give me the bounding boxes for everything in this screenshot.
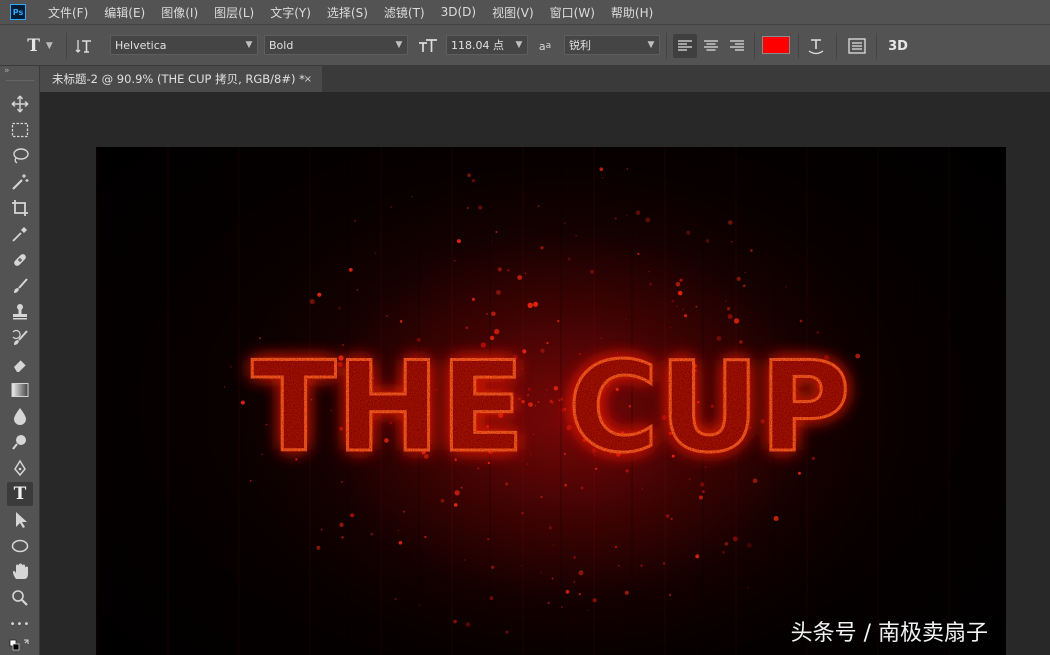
ellipse-tool-icon[interactable]: [7, 534, 33, 558]
brush-tool-icon[interactable]: [7, 274, 33, 298]
menu-file[interactable]: 文件(F): [40, 4, 96, 21]
character-panel-button[interactable]: [844, 34, 870, 58]
pen-tool-icon[interactable]: [7, 456, 33, 480]
divider: [666, 33, 667, 59]
align-center-button[interactable]: [699, 34, 723, 58]
type-tool-icon[interactable]: T: [7, 482, 33, 506]
panel-collapse-icon[interactable]: »: [4, 66, 10, 76]
menu-help[interactable]: 帮助(H): [603, 4, 661, 21]
eraser-tool-icon[interactable]: [7, 352, 33, 376]
warp-text-icon: [808, 39, 824, 55]
menu-filter[interactable]: 滤镜(T): [376, 4, 433, 21]
toggle-text-orientation-button[interactable]: [72, 35, 96, 57]
chevron-down-icon: ▼: [45, 41, 53, 51]
menu-type[interactable]: 文字(Y): [262, 4, 319, 21]
color-swatches-icon[interactable]: [7, 634, 33, 654]
divider: [6, 80, 34, 81]
antialias-label-small: a: [545, 41, 552, 51]
blur-tool-icon[interactable]: [7, 404, 33, 428]
healing-brush-icon[interactable]: [7, 248, 33, 272]
divider: [836, 33, 837, 59]
chevron-down-icon: ▼: [395, 40, 403, 50]
chevron-down-icon: ▼: [647, 40, 655, 50]
canvas-text-layer: THE CUP THE CUP: [250, 335, 852, 482]
divider: [66, 33, 67, 59]
chevron-down-icon: ▼: [245, 40, 253, 50]
font-style-select[interactable]: Bold ▼: [264, 35, 408, 55]
gradient-tool-icon[interactable]: [7, 378, 33, 402]
antialias-icon: a a: [534, 35, 556, 57]
toolbox: » T •••: [0, 66, 40, 655]
marquee-tool-icon[interactable]: [7, 118, 33, 142]
character-paragraph-panel-icon: [848, 38, 866, 54]
align-left-button[interactable]: [673, 34, 697, 58]
menu-window[interactable]: 窗口(W): [542, 4, 603, 21]
menu-image[interactable]: 图像(I): [153, 4, 206, 21]
move-tool-icon[interactable]: [7, 92, 33, 116]
align-right-button[interactable]: [725, 34, 749, 58]
font-size-value: 118.04 点: [451, 39, 504, 52]
close-icon[interactable]: ×: [304, 74, 312, 85]
path-selection-icon[interactable]: [7, 508, 33, 532]
font-family-value: Helvetica: [115, 38, 167, 52]
antialias-value: 锐利: [569, 39, 591, 52]
font-family-select[interactable]: Helvetica ▼: [110, 35, 258, 55]
text-color-swatch[interactable]: [762, 36, 790, 54]
divider: [798, 33, 799, 59]
font-size-icon: [416, 35, 440, 57]
document-canvas[interactable]: THE CUP THE CUP 头条号 / 南极卖扇子: [96, 147, 1006, 655]
menu-select[interactable]: 选择(S): [319, 4, 376, 21]
crop-tool-icon[interactable]: [7, 196, 33, 220]
more-tools-icon[interactable]: •••: [7, 612, 33, 636]
align-left-icon: [678, 40, 692, 51]
align-center-icon: [704, 40, 718, 51]
canvas-area[interactable]: THE CUP THE CUP 头条号 / 南极卖扇子: [41, 92, 1050, 655]
watermark-text: 头条号 / 南极卖扇子: [790, 621, 988, 646]
align-right-icon: [730, 40, 744, 51]
menu-layer[interactable]: 图层(L): [206, 4, 262, 21]
hand-tool-icon[interactable]: [7, 560, 33, 584]
font-size-select[interactable]: 118.04 点 ▼: [446, 35, 528, 55]
canvas-title-text: THE CUP: [252, 336, 851, 480]
type-tool-glyph: T: [13, 484, 27, 504]
divider: [754, 33, 755, 59]
document-tab[interactable]: 未标题-2 @ 90.9% (THE CUP 拷贝, RGB/8#) * ×: [40, 66, 322, 92]
tool-preset-picker[interactable]: T ▼: [20, 35, 60, 57]
zoom-tool-icon[interactable]: [7, 586, 33, 610]
divider: [876, 33, 877, 59]
lasso-tool-icon[interactable]: [7, 144, 33, 168]
menu-bar: Ps 文件(F) 编辑(E) 图像(I) 图层(L) 文字(Y) 选择(S) 滤…: [0, 0, 1050, 24]
eyedropper-icon[interactable]: [7, 222, 33, 246]
3d-button[interactable]: 3D: [884, 34, 912, 58]
photoshop-logo-icon: Ps: [10, 4, 26, 20]
warp-text-button[interactable]: [804, 34, 828, 58]
antialias-label: a: [538, 39, 546, 53]
type-tool-preset-icon: T: [27, 36, 40, 56]
chevron-down-icon: ▼: [515, 40, 523, 50]
history-brush-icon[interactable]: [7, 326, 33, 350]
antialias-select[interactable]: 锐利 ▼: [564, 35, 660, 55]
document-tab-title: 未标题-2 @ 90.9% (THE CUP 拷贝, RGB/8#) *: [52, 72, 305, 86]
magic-wand-icon[interactable]: [7, 170, 33, 194]
document-tab-strip: 未标题-2 @ 90.9% (THE CUP 拷贝, RGB/8#) * ×: [40, 66, 1050, 92]
menu-edit[interactable]: 编辑(E): [96, 4, 153, 21]
text-orientation-icon: [75, 40, 91, 53]
clone-stamp-icon[interactable]: [7, 300, 33, 324]
options-bar: T ▼ Helvetica ▼ Bold ▼ 118.04 点 ▼ a a 锐利…: [0, 24, 1050, 66]
menu-view[interactable]: 视图(V): [484, 4, 542, 21]
dodge-tool-icon[interactable]: [7, 430, 33, 454]
menu-3d[interactable]: 3D(D): [433, 5, 484, 19]
font-style-value: Bold: [269, 38, 294, 52]
